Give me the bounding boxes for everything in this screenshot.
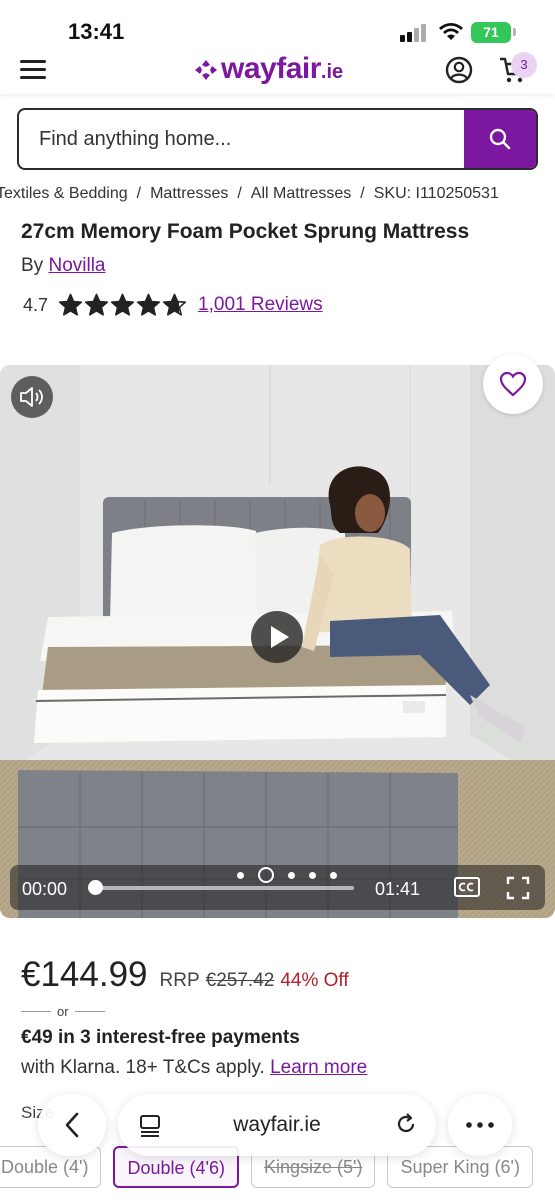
battery-tip [513,28,516,36]
video-progress-thumb[interactable] [88,880,103,895]
rrp-label: RRP [159,970,200,991]
more-icon [466,1122,494,1128]
wifi-icon [439,23,463,40]
back-icon [65,1112,79,1138]
breadcrumb-separator: / [360,185,365,202]
menu-icon[interactable] [20,58,48,80]
browser-url-text: wayfair.ie [233,1113,321,1136]
media-carousel-dots [230,866,344,884]
or-divider: or [21,1002,111,1020]
browser-more-button[interactable] [448,1094,512,1156]
battery-level: 71 [471,22,511,43]
sale-price: €144.99 [21,955,148,994]
reviews-link[interactable]: 1,001 Reviews [198,294,323,316]
search-input[interactable] [19,110,469,168]
breadcrumb-separator: / [136,185,142,202]
learn-more-link[interactable]: Learn more [270,1057,367,1078]
discount-percent: 44% Off [280,970,349,991]
wayfair-logo-mark-icon [195,60,217,80]
star-rating[interactable] [58,293,188,317]
breadcrumb-item[interactable]: Mattresses [150,185,228,203]
brand-by-label: By [21,255,44,276]
star-icon [136,293,161,316]
brand-line: By Novilla [21,255,106,277]
rrp-price: €257.42 [205,970,275,991]
carousel-dot[interactable] [330,871,337,879]
star-icon [58,293,83,316]
klarna-terms: with Klarna. 18+ T&Cs apply. [21,1057,265,1078]
search-icon [489,128,511,150]
wayfair-logo[interactable]: wayfair .ie [193,52,343,86]
search-button[interactable] [464,110,536,168]
video-current-time: 00:00 [22,879,68,899]
logo-text: wayfair [221,52,321,85]
star-icon [110,293,135,316]
fullscreen-icon[interactable] [506,876,530,900]
cc-icon[interactable] [454,877,480,897]
carousel-dot[interactable] [258,867,274,883]
browser-back-button[interactable] [38,1094,106,1156]
audio-toggle-button[interactable] [11,376,53,418]
video-total-time: 01:41 [375,879,421,899]
play-icon [271,626,289,648]
status-time: 13:41 [68,19,125,44]
price-row: €144.99 RRP €257.42 44% Off [21,955,349,995]
rating-value: 4.7 [23,294,49,315]
or-text: or [57,1003,69,1019]
carousel-dot[interactable] [288,871,295,879]
breadcrumb: Textiles & Bedding / Mattresses / All Mattre… [0,185,555,209]
audio-icon [20,387,43,407]
heart-icon [499,371,527,397]
klarna-title: €49 in 3 interest-free payments [21,1027,300,1048]
play-button[interactable] [251,611,303,663]
reload-icon[interactable] [394,1112,418,1136]
breadcrumb-sku: SKU: I110250531 [373,185,499,202]
klarna-text: with Klarna. 18+ T&Cs apply. Learn more [21,1057,367,1079]
logo-tld: .ie [320,61,344,83]
cart-count-badge[interactable]: 3 [511,52,537,78]
browser-url-bar[interactable]: wayfair.ie [118,1094,436,1156]
carousel-dot[interactable] [309,871,316,879]
product-title: 27cm Memory Foam Pocket Sprung Mattress [21,220,470,243]
brand-link[interactable]: Novilla [48,255,105,276]
rating-line: 4.7 1,001 Reviews [21,292,323,318]
cell-signal-icon [400,24,428,42]
account-icon[interactable] [445,56,473,84]
breadcrumb-item[interactable]: Textiles & Bedding [0,185,128,203]
search-bar [17,108,538,170]
carousel-dot[interactable] [237,871,244,879]
breadcrumb-separator: / [237,185,242,202]
wishlist-button[interactable] [483,354,543,414]
site-header: wayfair .ie [0,46,555,94]
breadcrumb-item[interactable]: All Mattresses [251,185,351,203]
video-progress-bar[interactable] [94,886,354,890]
star-icon [162,293,187,316]
star-icon [84,293,109,316]
